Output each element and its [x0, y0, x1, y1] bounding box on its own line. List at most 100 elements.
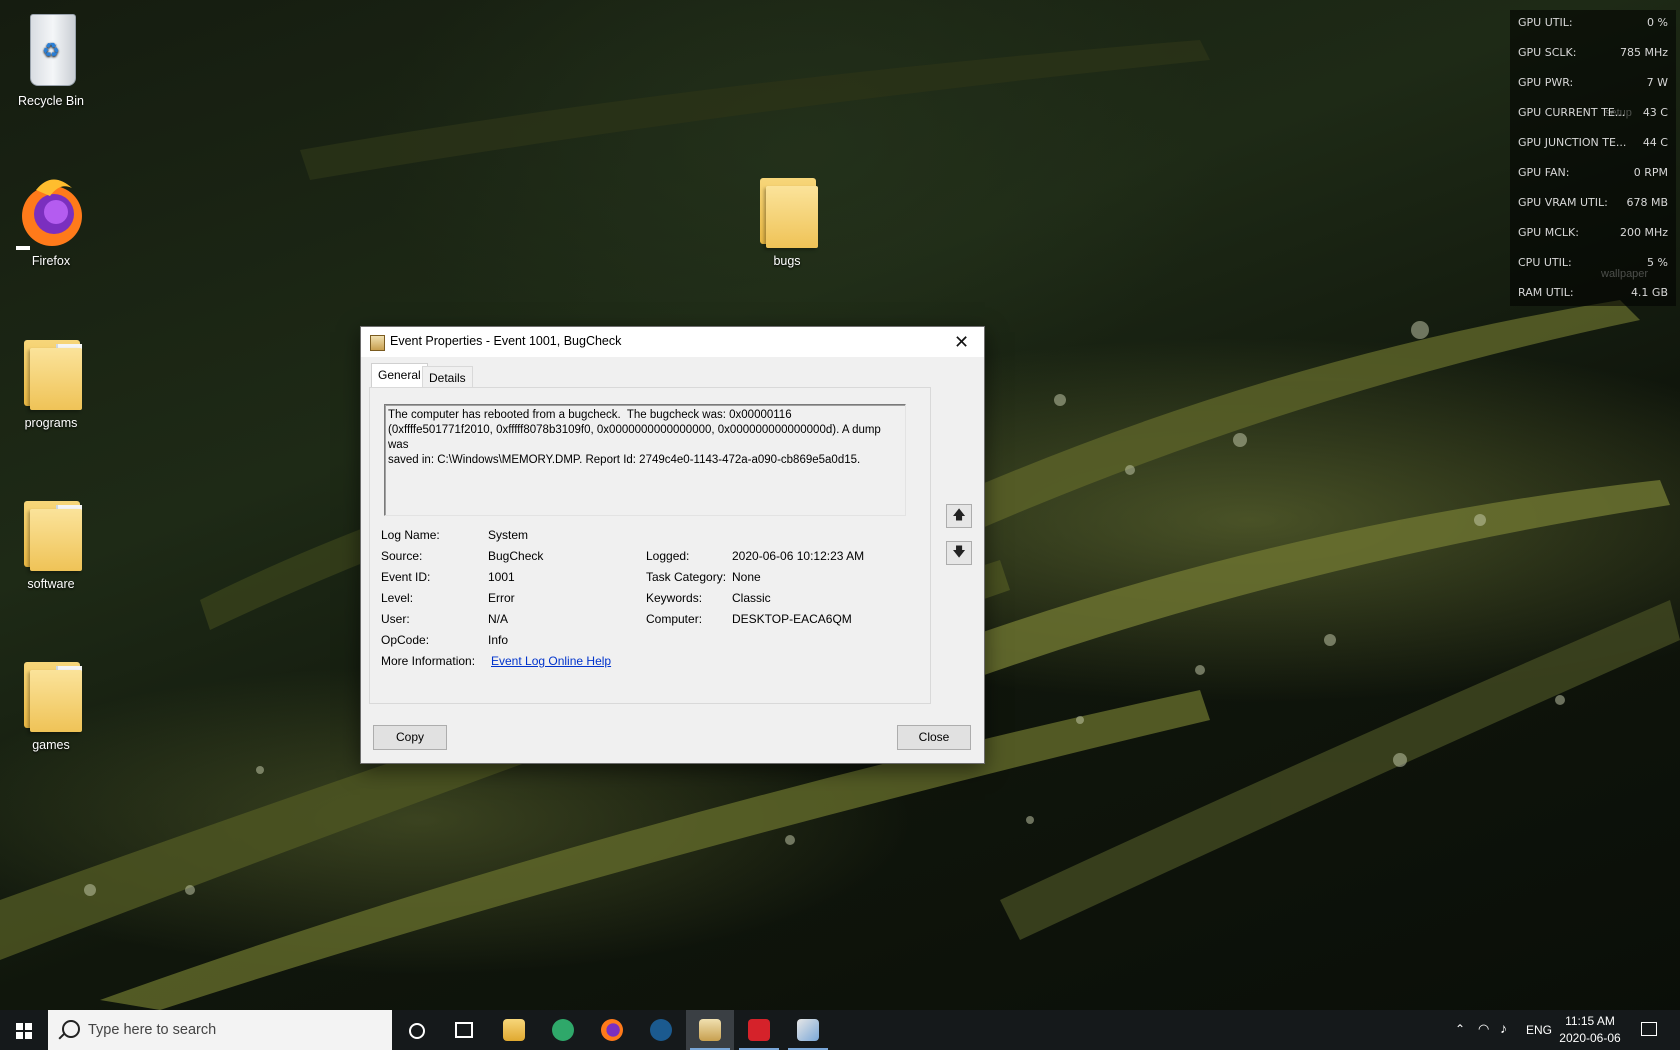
- desktop-icon-label: Firefox: [31, 254, 71, 268]
- firefox-icon: [601, 1019, 623, 1041]
- log-name-label: Log Name:: [381, 528, 440, 542]
- start-button[interactable]: [0, 1010, 48, 1050]
- taskbar-search-box[interactable]: Type here to search: [48, 1010, 392, 1050]
- overlay-row: GPU SCLK: 785 MHz: [1518, 46, 1668, 59]
- user-value: N/A: [488, 612, 509, 626]
- desktop-icon-label: games: [32, 738, 70, 752]
- taskbar-file-explorer[interactable]: [490, 1010, 538, 1050]
- event-viewer-icon: [370, 335, 385, 351]
- overlay-row: GPU UTIL: 0 %: [1518, 16, 1668, 29]
- desktop-icon-software[interactable]: software: [6, 493, 96, 591]
- overlay-row: GPU CURRENT TE... 43 C: [1518, 106, 1668, 119]
- volume-icon[interactable]: ♪: [1500, 1020, 1507, 1036]
- clock-time: 11:15 AM: [1565, 1014, 1615, 1028]
- search-icon: [62, 1020, 80, 1038]
- overlay-row: GPU VRAM UTIL: 678 MB: [1518, 196, 1668, 209]
- taskbar: Type here to search ⌃ ◠ ♪ ENG 11:15 AM 2…: [0, 1010, 1680, 1050]
- up-arrow-icon: 🡅: [952, 507, 966, 522]
- language-indicator[interactable]: ENG: [1526, 1023, 1552, 1037]
- logged-label: Logged:: [646, 549, 690, 563]
- recycle-bin-icon: ♻: [16, 10, 86, 90]
- desktop-icon-recycle-bin[interactable]: ♻ Recycle Bin: [6, 10, 96, 108]
- level-value: Error: [488, 591, 515, 605]
- taskbar-paint[interactable]: [784, 1010, 832, 1050]
- desktop-icon-games[interactable]: games: [6, 654, 96, 752]
- desktop-icon-programs[interactable]: programs: [6, 332, 96, 430]
- desktop-icon-label: Recycle Bin: [18, 94, 84, 108]
- folder-icon: [16, 332, 86, 412]
- gpu-stats-overlay: GPU UTIL: 0 % GPU SCLK: 785 MHz GPU PWR: 7 …: [1510, 10, 1676, 306]
- tab-general[interactable]: General: [371, 363, 428, 389]
- taskbar-clock[interactable]: 11:15 AM 2020-06-06: [1550, 1013, 1630, 1047]
- next-event-button[interactable]: 🡇: [946, 541, 972, 565]
- task-view-icon: [455, 1022, 473, 1038]
- file-explorer-icon: [503, 1019, 525, 1041]
- log-name-value: System: [488, 528, 529, 542]
- event-description: The computer has rebooted from a bugchec…: [388, 409, 881, 466]
- folder-icon: [752, 170, 822, 250]
- overlay-row: GPU FAN: 0 RPM: [1518, 166, 1668, 179]
- task-category-value: None: [732, 570, 761, 584]
- overlay-row: GPU JUNCTION TE... 44 C: [1518, 136, 1668, 149]
- event-viewer-icon: [699, 1019, 721, 1041]
- taskbar-event-viewer[interactable]: [686, 1010, 734, 1050]
- keywords-label: Keywords:: [646, 591, 703, 605]
- source-label: Source:: [381, 549, 423, 563]
- desktop-icon-label: software: [27, 577, 75, 591]
- search-placeholder: Type here to search: [88, 1022, 217, 1038]
- previous-event-button[interactable]: 🡅: [946, 504, 972, 528]
- logged-value: 2020-06-06 10:12:23 AM: [732, 549, 865, 563]
- folder-icon: [16, 493, 86, 573]
- task-view-button[interactable]: [440, 1010, 488, 1050]
- paint-icon: [797, 1019, 819, 1041]
- desktop-icon-label: bugs: [773, 254, 801, 268]
- event-id-label: Event ID:: [381, 570, 431, 584]
- taskbar-app-green[interactable]: [539, 1010, 587, 1050]
- folder-icon: [16, 654, 86, 734]
- notification-center-icon[interactable]: [1641, 1022, 1657, 1036]
- event-properties-dialog: Event Properties - Event 1001, BugCheck …: [360, 326, 985, 764]
- desktop-icon-label: programs: [24, 416, 78, 430]
- overlay-row: GPU PWR: 7 W: [1518, 76, 1668, 89]
- computer-value: DESKTOP-EACA6QM: [732, 612, 852, 626]
- level-label: Level:: [381, 591, 414, 605]
- firefox-icon: [16, 170, 86, 250]
- event-id-value: 1001: [488, 570, 515, 584]
- user-label: User:: [381, 612, 410, 626]
- computer-label: Computer:: [646, 612, 703, 626]
- desktop-icon-bugs[interactable]: bugs: [742, 170, 832, 268]
- event-log-online-help-link[interactable]: Event Log Online Help: [491, 654, 611, 668]
- taskbar-app-red[interactable]: [735, 1010, 783, 1050]
- close-button[interactable]: Close: [897, 725, 971, 750]
- general-tab-panel: The computer has rebooted from a bugchec…: [369, 387, 931, 704]
- steam-icon: [650, 1019, 672, 1041]
- ghost-label-wallpaper: wallpaper: [1601, 268, 1649, 280]
- ghost-label-setup: setup: [1605, 107, 1632, 119]
- overlay-row: RAM UTIL: 4.1 GB: [1518, 286, 1668, 299]
- keywords-value: Classic: [732, 591, 771, 605]
- title-bar[interactable]: Event Properties - Event 1001, BugCheck …: [361, 327, 984, 357]
- network-icon[interactable]: ◠: [1478, 1021, 1489, 1037]
- show-hidden-icons-chevron-icon[interactable]: ⌃: [1455, 1022, 1465, 1036]
- taskbar-firefox[interactable]: [588, 1010, 636, 1050]
- taskbar-steam[interactable]: [637, 1010, 685, 1050]
- desktop-icon-firefox[interactable]: Firefox: [6, 170, 96, 268]
- windows-logo-icon: [16, 1023, 32, 1039]
- opcode-label: OpCode:: [381, 633, 430, 647]
- source-value: BugCheck: [488, 549, 544, 563]
- more-info-label: More Information:: [381, 654, 476, 668]
- overlay-row: GPU MCLK: 200 MHz: [1518, 226, 1668, 239]
- clock-date: 2020-06-06: [1559, 1031, 1621, 1045]
- cortana-circle-icon: [409, 1023, 425, 1039]
- app-red-icon: [748, 1019, 770, 1041]
- close-icon[interactable]: ✕: [939, 327, 984, 357]
- tab-details[interactable]: Details: [422, 366, 473, 389]
- cortana-button[interactable]: [392, 1010, 440, 1050]
- event-description-box[interactable]: The computer has rebooted from a bugchec…: [384, 404, 906, 516]
- copy-button[interactable]: Copy: [373, 725, 447, 750]
- task-category-label: Task Category:: [646, 570, 727, 584]
- opcode-value: Info: [488, 633, 509, 647]
- dialog-title: Event Properties - Event 1001, BugCheck: [390, 334, 622, 348]
- app-globe-icon: [552, 1019, 574, 1041]
- down-arrow-icon: 🡇: [952, 544, 966, 559]
